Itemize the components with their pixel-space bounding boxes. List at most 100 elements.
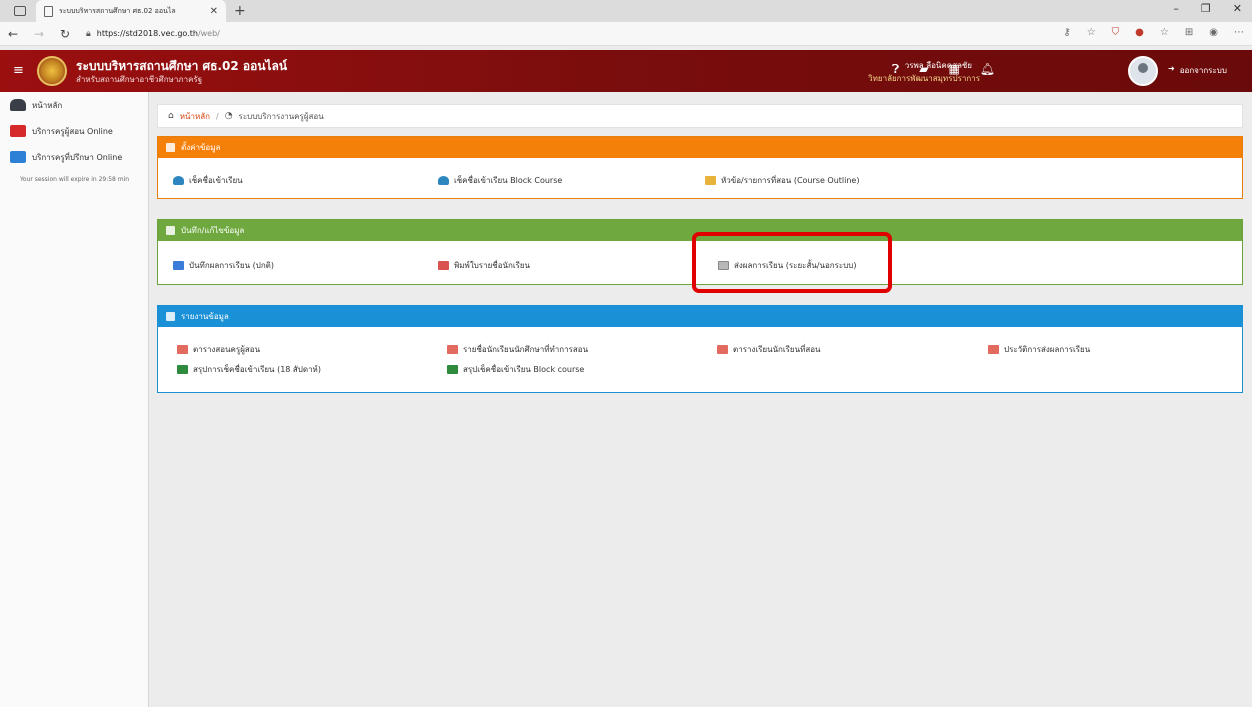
url-field[interactable]: 🔒︎ https://std2018.vec.go.th/web/ (86, 29, 220, 39)
highlight-box (692, 232, 892, 293)
user-name: วรพล ลือนิคคสุลชัย (904, 61, 972, 70)
check-attendance-link[interactable]: เช็คชื่อเข้าเรียน (173, 174, 243, 187)
tab-actions-icon[interactable] (14, 6, 26, 16)
link-label: หัวข้อ/รายการที่สอน (Course Outline) (721, 176, 860, 185)
window-controls: – ❐ ✕ (1173, 2, 1242, 15)
excel-icon (177, 365, 188, 374)
printer-icon (438, 261, 449, 270)
browser-tab[interactable]: ระบบบริหารสถานศึกษา ศธ.02 ออนไล ✕ (36, 0, 226, 22)
sidebar-item-teacher-service[interactable]: บริการครูผู้สอน Online (0, 118, 148, 144)
restore-icon[interactable]: ❐ (1201, 2, 1211, 15)
extension-shield-icon[interactable]: ⛉ (1112, 27, 1120, 38)
bar-chart-icon (166, 312, 175, 321)
browser-tab-strip: ระบบบริหารสถานศึกษา ศธ.02 ออนไล ✕ + – ❐ … (0, 0, 1252, 22)
panel-header: รายงานข้อมูล (158, 306, 1242, 327)
more-icon[interactable]: ⋯ (1234, 27, 1244, 38)
link-label: เช็คชื่อเข้าเรียน (189, 176, 243, 185)
grade-submission-history-link[interactable]: ประวัติการส่งผลการเรียน (988, 343, 1090, 356)
folder-icon (705, 176, 716, 185)
home-icon: ⌂ (168, 111, 174, 121)
reports-panel: รายงานข้อมูล ตารางสอนครูผู้สอน รายชื่อนั… (157, 305, 1243, 393)
link-label: สรุปเช็คชื่อเข้าเรียน Block course (463, 365, 585, 374)
sidebar: หน้าหลัก บริการครูผู้สอน Online บริการคร… (0, 92, 149, 707)
tab-title: ระบบบริหารสถานศึกษา ศธ.02 ออนไล (59, 6, 176, 15)
pdf-icon (447, 345, 458, 354)
minimize-icon[interactable]: – (1173, 2, 1179, 15)
refresh-icon[interactable]: ↻ (52, 27, 78, 41)
monitor-icon (10, 151, 26, 163)
panel-header: ตั้งค่าข้อมูล (158, 137, 1242, 158)
sidebar-item-home[interactable]: หน้าหลัก (0, 92, 148, 118)
sidebar-item-label: บริการครูที่ปรึกษา Online (32, 152, 123, 162)
address-bar: ← → ↻ 🔒︎ https://std2018.vec.go.th/web/ … (0, 22, 1252, 46)
logout-label: ออกจากระบบ (1179, 66, 1227, 75)
bell-icon[interactable]: 🔔︎ (980, 62, 995, 77)
dashboard-icon (10, 99, 26, 111)
avatar[interactable] (1128, 56, 1158, 86)
app-header: ≡ ระบบบริหารสถานศึกษา ศธ.02 ออนไลน์ สำหร… (0, 50, 1252, 92)
user-circle-icon: ◔ (224, 111, 233, 121)
sidebar-item-advisor-service[interactable]: บริการครูที่ปรึกษา Online (0, 144, 148, 170)
breadcrumb-home-link[interactable]: หน้าหลัก (180, 110, 210, 123)
print-student-list-link[interactable]: พิมพ์ใบรายชื่อนักเรียน (438, 259, 530, 272)
pdf-icon (177, 345, 188, 354)
new-tab-icon[interactable]: + (234, 3, 246, 19)
link-label: พิมพ์ใบรายชื่อนักเรียน (454, 261, 531, 270)
lock-icon: 🔒︎ (86, 28, 91, 39)
link-label: บันทึกผลการเรียน (ปกติ) (189, 261, 274, 270)
block-course-summary-link[interactable]: สรุปเช็คชื่อเข้าเรียน Block course (447, 363, 584, 376)
app-subtitle: สำหรับสถานศึกษาอาชีวศึกษาภาครัฐ (76, 75, 203, 84)
course-outline-link[interactable]: หัวข้อ/รายการที่สอน (Course Outline) (705, 174, 859, 187)
collections-icon[interactable]: ⊞ (1185, 27, 1193, 38)
record-grades-link[interactable]: บันทึกผลการเรียน (ปกติ) (173, 259, 274, 272)
key-icon[interactable]: ⚷ (1063, 27, 1070, 38)
link-label: ประวัติการส่งผลการเรียน (1004, 345, 1091, 354)
edit-icon (173, 261, 184, 270)
link-label: รายชื่อนักเรียนนักศึกษาที่ทำการสอน (463, 345, 589, 354)
institution-logo (37, 56, 67, 86)
pdf-icon (988, 345, 999, 354)
attendance-summary-link[interactable]: สรุปการเช็คชื่อเข้าเรียน (18 สัปดาห์) (177, 363, 321, 376)
panel-title: บันทึก/แก้ไขข้อมูล (181, 226, 245, 235)
block-course-attendance-link[interactable]: เช็คชื่อเข้าเรียน Block Course (438, 174, 562, 187)
list-icon (166, 143, 175, 152)
student-list-link[interactable]: รายชื่อนักเรียนนักศึกษาที่ทำการสอน (447, 343, 588, 356)
breadcrumb-current: ระบบบริการงานครูผู้สอน (238, 111, 324, 121)
panel-title: ตั้งค่าข้อมูล (181, 143, 221, 152)
menu-icon[interactable]: ≡ (13, 63, 24, 78)
excel-icon (447, 365, 458, 374)
close-window-icon[interactable]: ✕ (1233, 2, 1242, 15)
user-icon (438, 176, 449, 185)
teacher-icon (10, 125, 26, 137)
logout-icon: ➜ (1168, 64, 1175, 73)
breadcrumb: ⌂ หน้าหลัก / ◔ ระบบบริการงานครูผู้สอน (157, 104, 1243, 128)
teaching-schedule-link[interactable]: ตารางสอนครูผู้สอน (177, 343, 260, 356)
url-host: https://std2018.vec.go.th (96, 29, 198, 38)
pdf-icon (717, 345, 728, 354)
session-timer: Your session will expire in 29:58 min (20, 176, 130, 183)
close-tab-icon[interactable]: ✕ (210, 6, 218, 17)
class-schedule-link[interactable]: ตารางเรียนนักเรียนที่สอน (717, 343, 821, 356)
link-label: ตารางสอนครูผู้สอน (193, 345, 261, 354)
profile-icon[interactable]: ◉ (1209, 27, 1218, 38)
link-label: เช็คชื่อเข้าเรียน Block Course (454, 176, 563, 185)
settings-panel: ตั้งค่าข้อมูล เช็คชื่อเข้าเรียน เช็คชื่อ… (157, 136, 1243, 199)
user-icon (173, 176, 184, 185)
page-icon (44, 5, 53, 17)
url-path: /web/ (197, 29, 220, 38)
sidebar-item-label: หน้าหลัก (32, 100, 63, 110)
forward-icon[interactable]: → (26, 27, 52, 41)
panel-title: รายงานข้อมูล (181, 312, 229, 321)
breadcrumb-separator: / (215, 111, 219, 121)
link-label: สรุปการเช็คชื่อเข้าเรียน (18 สัปดาห์) (193, 365, 321, 374)
link-label: ตารางเรียนนักเรียนที่สอน (733, 345, 821, 354)
back-icon[interactable]: ← (0, 27, 26, 41)
read-aloud-icon[interactable]: ☆ (1087, 27, 1096, 38)
browser-toolbar: ⚷ ☆ ⛉ ● ☆ ⊞ ◉ ⋯ (1063, 27, 1244, 38)
user-organization: วิทยาลัยการพัฒนาสมุทรปราการ (868, 74, 980, 83)
save-icon (166, 226, 175, 235)
logout-button[interactable]: ➜ ออกจากระบบ (1168, 64, 1227, 77)
favorites-icon[interactable]: ☆ (1160, 27, 1169, 38)
extension-stop-icon[interactable]: ● (1135, 27, 1144, 38)
sidebar-item-label: บริการครูผู้สอน Online (32, 126, 113, 136)
